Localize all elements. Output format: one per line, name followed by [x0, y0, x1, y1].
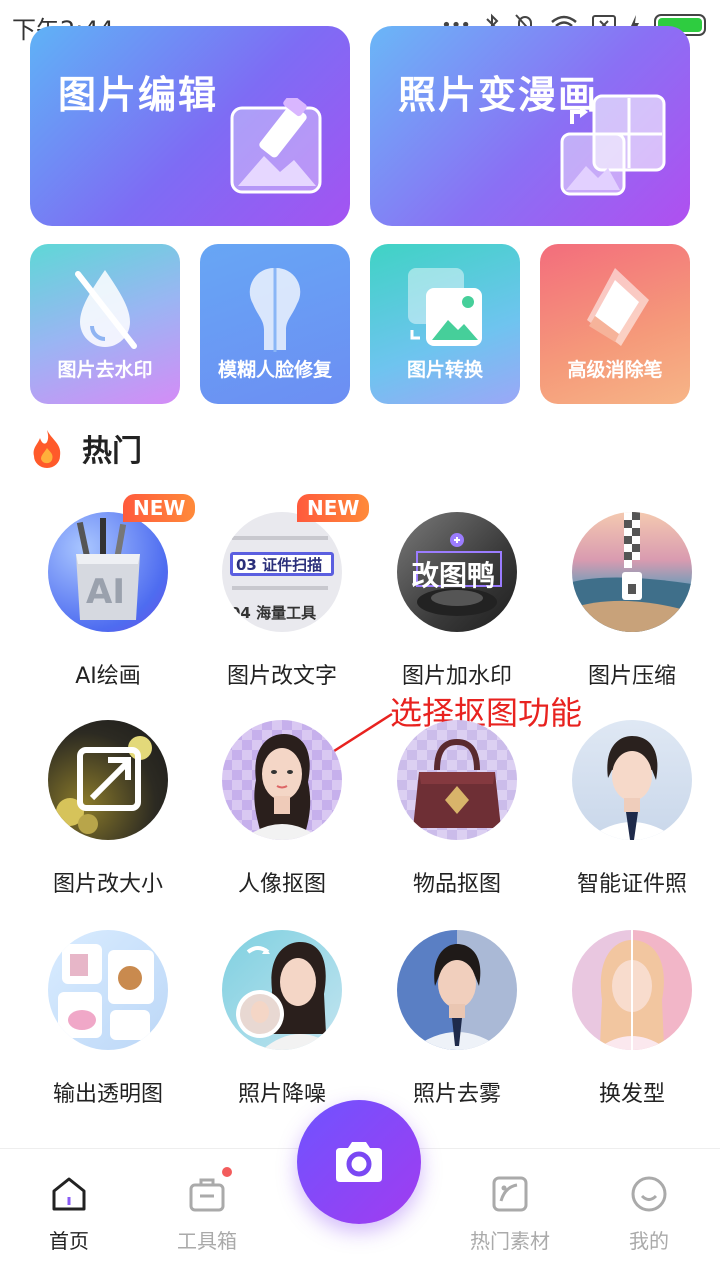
- nav-hot-materials[interactable]: 热门素材: [460, 1175, 560, 1254]
- portrait-cutout-thumbnail: [222, 720, 342, 840]
- photo-to-comic-card[interactable]: 照片变漫画: [370, 26, 690, 226]
- smiley-profile-icon: [630, 1175, 668, 1213]
- image-edit-card[interactable]: 图片编辑: [30, 26, 350, 226]
- face-restore-card[interactable]: 模糊人脸修复: [200, 244, 350, 404]
- hot-section-title: 热门: [82, 434, 142, 469]
- water-drop-icon: [70, 264, 140, 358]
- tool-label: 换发型: [598, 1082, 665, 1107]
- image-edit-title: 图片编辑: [58, 73, 219, 117]
- denoise-thumbnail: [222, 930, 342, 1050]
- thumbnail-text-line2: 04 海量工具: [230, 604, 317, 622]
- transparent-output-thumbnail: [48, 930, 168, 1050]
- watermark-art-text: 改图鸭: [411, 559, 496, 592]
- tool-label: 人像抠图: [237, 872, 326, 897]
- resize-thumbnail: [48, 720, 168, 840]
- defog-thumbnail: [397, 930, 517, 1050]
- home-screen: 下午2:44 ••• 图片编辑 照片变漫画: [0, 0, 720, 1280]
- eraser-icon: [575, 264, 655, 358]
- tool-id-photo[interactable]: 智能证件照: [545, 720, 719, 898]
- remove-watermark-card[interactable]: 图片去水印: [30, 244, 180, 404]
- tool-change-hairstyle[interactable]: 换发型: [545, 930, 719, 1108]
- image-text-edit-thumbnail: 03 证件扫描 04 海量工具: [222, 512, 342, 632]
- remove-watermark-label: 图片去水印: [57, 359, 153, 381]
- nav-home[interactable]: 首页: [19, 1175, 119, 1254]
- image-edit-icon: [228, 93, 328, 202]
- nav-mine[interactable]: 我的: [599, 1175, 699, 1254]
- nav-label: 热门素材: [470, 1229, 550, 1253]
- tool-resize[interactable]: 图片改大小: [21, 720, 195, 898]
- tool-transparent-output[interactable]: 输出透明图: [21, 930, 195, 1108]
- tool-label: 图片改大小: [52, 872, 163, 897]
- nav-label: 工具箱: [177, 1229, 237, 1253]
- tool-label: 图片压缩: [587, 664, 676, 689]
- eraser-pen-label: 高级消除笔: [567, 359, 663, 381]
- materials-icon: [491, 1175, 529, 1213]
- ai-painting-thumbnail: AI: [48, 512, 168, 632]
- new-badge: NEW: [123, 494, 196, 522]
- tool-denoise[interactable]: 照片降噪: [195, 930, 369, 1108]
- tool-image-text-edit[interactable]: 03 证件扫描 04 海量工具 NEW 图片改文字: [195, 494, 370, 690]
- image-convert-card[interactable]: 图片转换: [370, 244, 520, 404]
- tool-label: 物品抠图: [412, 872, 501, 897]
- tool-label: 智能证件照: [576, 872, 687, 897]
- camera-icon: [336, 1142, 382, 1182]
- notification-dot: [222, 1167, 232, 1177]
- thumbnail-text-line1: 03 证件扫描: [236, 556, 323, 574]
- toolbox-icon: [188, 1167, 232, 1213]
- tool-add-watermark[interactable]: 改图鸭 图片加水印: [370, 512, 544, 690]
- home-icon: [50, 1175, 88, 1213]
- tool-label: 图片改文字: [226, 664, 337, 689]
- eraser-pen-card[interactable]: 高级消除笔: [540, 244, 690, 404]
- tool-label: 照片去雾: [412, 1082, 501, 1107]
- tool-defog[interactable]: 照片去雾: [370, 930, 544, 1108]
- face-restore-label: 模糊人脸修复: [217, 359, 332, 381]
- image-convert-label: 图片转换: [406, 359, 483, 381]
- face-profile-icon: [240, 264, 310, 358]
- fire-icon: [33, 430, 61, 468]
- id-photo-thumbnail: [572, 720, 692, 840]
- add-watermark-thumbnail: 改图鸭: [397, 512, 517, 632]
- hot-section-header: 热门: [30, 426, 142, 470]
- tool-label: 图片加水印: [401, 664, 512, 689]
- new-badge: NEW: [297, 494, 370, 522]
- nav-toolbox[interactable]: 工具箱: [157, 1167, 257, 1254]
- tool-ai-painting[interactable]: AI NEW AI绘画: [21, 494, 196, 690]
- camera-button[interactable]: [297, 1100, 421, 1224]
- change-hairstyle-thumbnail: [572, 930, 692, 1050]
- tool-label: AI绘画: [75, 664, 141, 689]
- nav-label: 我的: [629, 1229, 669, 1253]
- photo-to-comic-icon: [558, 94, 668, 202]
- ai-painting-art-text: AI: [86, 572, 125, 612]
- nav-label: 首页: [49, 1229, 89, 1253]
- tool-label: 输出透明图: [52, 1082, 163, 1107]
- tool-portrait-cutout[interactable]: 人像抠图: [195, 720, 369, 898]
- object-cutout-thumbnail: [397, 720, 517, 840]
- tool-object-cutout[interactable]: 物品抠图: [370, 720, 544, 898]
- image-compress-thumbnail: [572, 512, 692, 632]
- tool-image-compress[interactable]: 图片压缩: [545, 512, 719, 690]
- image-convert-icon: [404, 264, 486, 356]
